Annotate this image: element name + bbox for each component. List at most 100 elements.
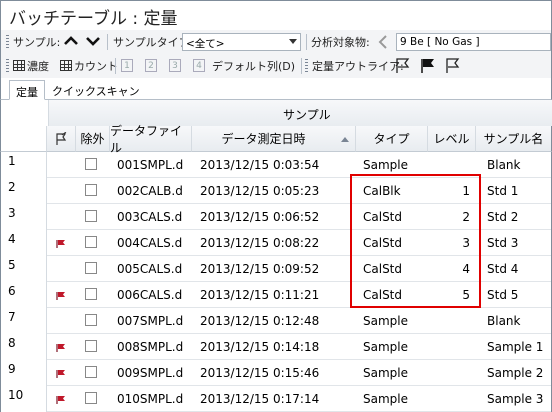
type-cell: Sample bbox=[363, 340, 408, 354]
row-header-corner bbox=[0, 126, 47, 152]
header-flag[interactable] bbox=[47, 126, 76, 152]
row-number[interactable]: 2 bbox=[0, 178, 47, 204]
row-number[interactable]: 8 bbox=[0, 334, 47, 360]
exclude-checkbox[interactable] bbox=[85, 158, 97, 170]
sort-ascending-icon bbox=[341, 137, 349, 142]
sample-next-button[interactable] bbox=[85, 33, 101, 52]
analyte-prev-button[interactable] bbox=[377, 34, 389, 53]
row-number[interactable]: 5 bbox=[0, 256, 47, 282]
exclude-checkbox[interactable] bbox=[85, 288, 97, 300]
tab-quickscan[interactable]: クイックスキャン bbox=[46, 80, 146, 100]
data-file-cell: 003CALS.d bbox=[117, 210, 183, 224]
count-button[interactable]: カウント bbox=[74, 58, 118, 74]
tab-strip: 定量 クイックスキャン bbox=[0, 78, 552, 100]
default-columns-button[interactable]: デフォルト列(D) bbox=[212, 58, 295, 74]
analyte-label: 分析対象物: bbox=[311, 36, 370, 49]
toolbar-grip[interactable] bbox=[6, 59, 9, 73]
sample-name-cell: Std 4 bbox=[487, 262, 519, 276]
page-2-button[interactable]: 2 bbox=[145, 59, 157, 72]
flag-hollow-icon bbox=[446, 58, 460, 73]
row-number[interactable]: 1 bbox=[0, 152, 47, 178]
sample-name-cell: Sample 3 bbox=[487, 392, 544, 406]
analyte-value: 9 Be [ No Gas ] bbox=[400, 36, 480, 48]
toolbar-grip[interactable] bbox=[305, 59, 308, 73]
header-data-file[interactable]: データファイル bbox=[110, 124, 192, 155]
data-file-cell: 005CALS.d bbox=[117, 262, 183, 276]
row-number[interactable]: 4 bbox=[0, 230, 47, 256]
sample-name-cell: Std 1 bbox=[487, 184, 519, 198]
row-number[interactable]: 10 bbox=[0, 386, 47, 412]
sample-type-select[interactable]: <全て> bbox=[182, 33, 301, 51]
acquired-time-cell: 2013/12/15 0:05:23 bbox=[200, 184, 320, 198]
data-file-cell: 008SMPL.d bbox=[117, 340, 184, 354]
window-title: バッチテーブル : 定量 bbox=[0, 0, 552, 30]
data-file-cell: 002CALB.d bbox=[117, 184, 183, 198]
level-cell bbox=[428, 386, 470, 412]
data-file-cell: 010SMPL.d bbox=[117, 392, 184, 406]
header-exclude[interactable]: 除外 bbox=[76, 126, 110, 152]
page-3-button[interactable]: 3 bbox=[169, 59, 181, 72]
flag-filled-icon bbox=[421, 59, 434, 73]
table-row[interactable]: 10 010SMPL.d 2013/12/15 0:17:14 Sample Sampl… bbox=[0, 386, 552, 412]
chevron-down-icon bbox=[289, 39, 297, 44]
concentration-button[interactable]: 濃度 bbox=[27, 58, 49, 74]
acquired-time-cell: 2013/12/15 0:11:21 bbox=[200, 288, 320, 302]
sample-name-cell: Sample 1 bbox=[487, 340, 544, 354]
row-number[interactable]: 6 bbox=[0, 282, 47, 308]
type-cell: Sample bbox=[363, 392, 408, 406]
header-type[interactable]: タイプ bbox=[356, 126, 428, 152]
exclude-checkbox[interactable] bbox=[85, 392, 97, 404]
toolbar-grip[interactable] bbox=[6, 35, 9, 49]
row-number[interactable]: 7 bbox=[0, 308, 47, 334]
header-acquired-time[interactable]: データ測定日時 bbox=[192, 126, 356, 152]
table-row[interactable]: 7 007SMPL.d 2013/12/15 0:12:48 Sample Blank bbox=[0, 308, 552, 334]
sample-name-cell: Sample 2 bbox=[487, 366, 544, 380]
exclude-checkbox[interactable] bbox=[85, 236, 97, 248]
tab-quant[interactable]: 定量 bbox=[9, 80, 45, 100]
toolbar-sample: サンプル: サンプルタイプ: <全て> 分析対象物: 9 Be [ No Gas… bbox=[0, 30, 552, 54]
level-cell bbox=[428, 360, 470, 386]
exclude-checkbox[interactable] bbox=[85, 340, 97, 352]
acquired-time-cell: 2013/12/15 0:12:48 bbox=[200, 314, 320, 328]
header-level[interactable]: レベル bbox=[428, 126, 476, 152]
sample-label: サンプル: bbox=[13, 36, 61, 49]
analyte-select[interactable]: 9 Be [ No Gas ] bbox=[396, 33, 551, 51]
outlier-flag-outline-button[interactable] bbox=[395, 57, 411, 77]
acquired-time-cell: 2013/12/15 0:09:52 bbox=[200, 262, 320, 276]
outlier-flag-filled-button[interactable] bbox=[420, 57, 436, 77]
outlier-flag-icon bbox=[56, 396, 65, 404]
level-cell bbox=[428, 334, 470, 360]
group-header-sample: サンプル bbox=[283, 108, 331, 122]
row-number[interactable]: 9 bbox=[0, 360, 47, 386]
exclude-checkbox[interactable] bbox=[85, 184, 97, 196]
acquired-time-cell: 2013/12/15 0:14:18 bbox=[200, 340, 320, 354]
sample-name-cell: Std 2 bbox=[487, 210, 519, 224]
exclude-checkbox[interactable] bbox=[85, 210, 97, 222]
type-cell: Sample bbox=[363, 366, 408, 380]
exclude-checkbox[interactable] bbox=[85, 314, 97, 326]
table-row[interactable]: 8 008SMPL.d 2013/12/15 0:14:18 Sample Sample… bbox=[0, 334, 552, 360]
header-sample-name[interactable]: サンプル名 bbox=[476, 126, 552, 152]
row-number[interactable]: 3 bbox=[0, 204, 47, 230]
exclude-checkbox[interactable] bbox=[85, 262, 97, 274]
acquired-time-cell: 2013/12/15 0:15:46 bbox=[200, 366, 320, 380]
outlier-flag-hollow-button[interactable] bbox=[445, 57, 461, 77]
grid-icon bbox=[60, 60, 72, 71]
acquired-time-cell: 2013/12/15 0:03:54 bbox=[200, 158, 320, 172]
data-file-cell: 009SMPL.d bbox=[117, 366, 184, 380]
sample-prev-button[interactable] bbox=[63, 33, 79, 52]
flag-outline-icon bbox=[56, 131, 67, 145]
sample-type-value: <全て> bbox=[186, 38, 225, 50]
page-4-button[interactable]: 4 bbox=[193, 59, 205, 72]
acquired-time-cell: 2013/12/15 0:17:14 bbox=[200, 392, 320, 406]
data-file-cell: 001SMPL.d bbox=[117, 158, 184, 172]
exclude-checkbox[interactable] bbox=[85, 366, 97, 378]
acquired-time-cell: 2013/12/15 0:08:22 bbox=[200, 236, 320, 250]
page-1-button[interactable]: 1 bbox=[121, 59, 133, 72]
sample-name-cell: Blank bbox=[487, 314, 521, 328]
highlight-box bbox=[350, 174, 481, 308]
grid-icon bbox=[13, 60, 25, 71]
type-cell: Sample bbox=[363, 314, 408, 328]
outlier-flag-icon bbox=[56, 292, 65, 300]
table-row[interactable]: 9 009SMPL.d 2013/12/15 0:15:46 Sample Sample… bbox=[0, 360, 552, 386]
